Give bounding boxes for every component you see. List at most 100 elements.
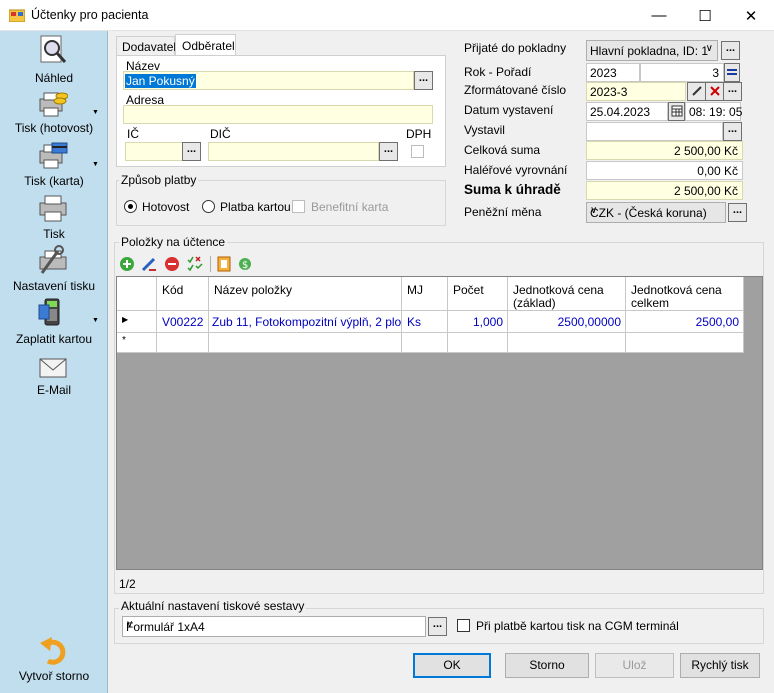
issued-input[interactable] bbox=[586, 122, 723, 141]
edit-icon[interactable] bbox=[141, 256, 157, 272]
benefit-label: Benefitní karta bbox=[311, 200, 389, 214]
issued-lookup-button[interactable]: ... bbox=[723, 122, 742, 141]
new-row-cell[interactable] bbox=[402, 333, 448, 353]
equals-icon bbox=[727, 69, 737, 75]
calendar-icon bbox=[671, 105, 682, 117]
maximize-button[interactable]: ☐ bbox=[682, 0, 728, 31]
preview-button[interactable]: Náhled bbox=[0, 35, 108, 85]
money-icon[interactable]: $ bbox=[238, 256, 252, 272]
time-input[interactable]: 08: 19: 05 bbox=[685, 102, 742, 121]
total-field: 2 500,00 Kč bbox=[586, 141, 743, 160]
card-radio[interactable] bbox=[202, 200, 215, 213]
ok-button[interactable]: OK bbox=[413, 653, 491, 678]
preview-icon bbox=[40, 35, 67, 63]
title-bar: Účtenky pro pacienta — ☐ ✕ bbox=[0, 0, 774, 31]
tab-customer[interactable]: Odběratel bbox=[175, 34, 236, 56]
print-button[interactable]: Tisk bbox=[0, 193, 108, 241]
storno-button[interactable]: Storno bbox=[505, 653, 589, 678]
tab-supplier[interactable]: Dodavatel bbox=[116, 36, 176, 55]
column-header-base-price[interactable]: Jednotková cena (základ) bbox=[508, 277, 626, 311]
new-row-cell[interactable] bbox=[508, 333, 626, 353]
cgm-terminal-label: Při platbě kartou tisk na CGM terminál bbox=[476, 619, 679, 633]
payment-title: Způsob platby bbox=[119, 173, 199, 187]
dic-lookup-button[interactable]: ... bbox=[379, 142, 398, 161]
table-row-total-price[interactable]: 2500,00 bbox=[626, 311, 744, 333]
create-storno-button[interactable]: Vytvoř storno bbox=[0, 635, 108, 687]
table-row-unit[interactable]: Ks bbox=[402, 311, 448, 333]
print-cash-button[interactable]: ▼ Tisk (hotovost) bbox=[0, 89, 108, 135]
save-button[interactable]: Ulož bbox=[595, 653, 674, 678]
pager-text: 1/2 bbox=[119, 577, 136, 591]
table-row-name[interactable]: Zub 11, Fotokompozitní výplň, 2 plošky bbox=[209, 311, 402, 333]
new-row-cell[interactable] bbox=[209, 333, 402, 353]
column-header-qty[interactable]: Počet bbox=[448, 277, 508, 311]
ic-lookup-button[interactable]: ... bbox=[182, 142, 201, 161]
printer-icon bbox=[39, 195, 67, 222]
new-row-cell[interactable] bbox=[448, 333, 508, 353]
benefit-checkbox[interactable] bbox=[292, 200, 305, 213]
close-icon: ✕ bbox=[744, 7, 758, 25]
pen-icon bbox=[691, 86, 702, 96]
register-lookup-button[interactable]: ... bbox=[721, 41, 740, 60]
minimize-button[interactable]: — bbox=[636, 0, 682, 31]
current-row-icon: ▶ bbox=[122, 315, 129, 324]
table-row-code[interactable]: V00222 bbox=[157, 311, 209, 333]
column-header-total-price[interactable]: Jednotková cena celkem bbox=[626, 277, 744, 311]
dph-checkbox[interactable] bbox=[411, 145, 424, 158]
email-button[interactable]: E-Mail bbox=[0, 353, 108, 401]
order-equals-button[interactable] bbox=[724, 63, 740, 82]
document-icon[interactable] bbox=[217, 256, 231, 272]
cash-radio[interactable] bbox=[124, 200, 137, 213]
year-input[interactable]: 2023 bbox=[586, 63, 640, 82]
name-lookup-button[interactable]: ... bbox=[414, 71, 433, 90]
cgm-terminal-checkbox[interactable] bbox=[457, 619, 470, 632]
edit-number-button[interactable] bbox=[687, 82, 706, 101]
print-settings-button[interactable]: Nastavení tisku bbox=[0, 245, 108, 293]
svg-text:$: $ bbox=[242, 260, 248, 271]
new-row-cell[interactable] bbox=[626, 333, 744, 353]
currency-lookup-button[interactable]: ... bbox=[728, 203, 747, 222]
currency-select[interactable]: CZK - (Česká koruna) ∨ bbox=[586, 202, 726, 223]
new-row-cell[interactable] bbox=[157, 333, 209, 353]
topay-label: Suma k úhradě bbox=[464, 182, 561, 197]
clear-number-button[interactable] bbox=[705, 82, 724, 101]
name-input[interactable]: Jan Pokusný bbox=[123, 71, 414, 90]
calendar-button[interactable] bbox=[668, 102, 685, 121]
print-card-button[interactable]: ▼ Tisk (karta) bbox=[0, 141, 108, 188]
number-lookup-button[interactable]: ... bbox=[723, 82, 742, 101]
chevron-down-icon: ∨ bbox=[705, 43, 713, 54]
chevron-down-icon: ∨ bbox=[126, 619, 134, 630]
column-header-code[interactable]: Kód bbox=[157, 277, 209, 311]
add-icon[interactable] bbox=[119, 256, 135, 272]
formatted-input[interactable]: 2023-3 bbox=[586, 82, 686, 101]
ic-input[interactable] bbox=[125, 142, 183, 161]
table-row-base-price[interactable]: 2500,00000 bbox=[508, 311, 626, 333]
items-grid[interactable]: Kód Název položky MJ Počet Jednotková ce… bbox=[116, 276, 763, 570]
date-input[interactable]: 25.04.2023 bbox=[586, 102, 668, 121]
form-lookup-button[interactable]: ... bbox=[428, 617, 447, 636]
card-terminal-icon bbox=[38, 298, 60, 326]
table-row-qty[interactable]: 1,000 bbox=[448, 311, 508, 333]
undo-arrow-icon bbox=[40, 637, 66, 665]
column-header-name[interactable]: Název položky bbox=[209, 277, 402, 311]
new-row-selector[interactable]: * bbox=[117, 333, 157, 353]
order-input[interactable]: 3 bbox=[640, 63, 724, 82]
dic-input[interactable] bbox=[208, 142, 379, 161]
column-header-unit[interactable]: MJ bbox=[402, 277, 448, 311]
quick-print-button[interactable]: Rychlý tisk bbox=[680, 653, 760, 678]
formatted-label: Zformátované číslo bbox=[464, 83, 567, 97]
remove-icon[interactable] bbox=[164, 256, 180, 272]
new-row-icon: * bbox=[122, 335, 126, 346]
pay-card-button[interactable]: ▼ Zaplatit kartou bbox=[0, 297, 108, 346]
check-list-icon[interactable] bbox=[187, 256, 204, 272]
row-selector[interactable]: ▶ bbox=[117, 311, 157, 333]
total-label: Celková suma bbox=[464, 143, 541, 157]
close-button[interactable]: ✕ bbox=[728, 0, 774, 31]
card-label: Platba kartou bbox=[220, 200, 291, 214]
cash-label: Hotovost bbox=[142, 200, 190, 214]
dropdown-arrow-icon: ▼ bbox=[92, 317, 99, 324]
register-select[interactable]: Hlavní pokladna, ID: 1 ∨ bbox=[586, 40, 718, 61]
window-title: Účtenky pro pacienta bbox=[31, 8, 149, 22]
form-select[interactable]: Formulář 1xA4 ∨ bbox=[122, 616, 426, 637]
address-input[interactable] bbox=[123, 105, 433, 124]
